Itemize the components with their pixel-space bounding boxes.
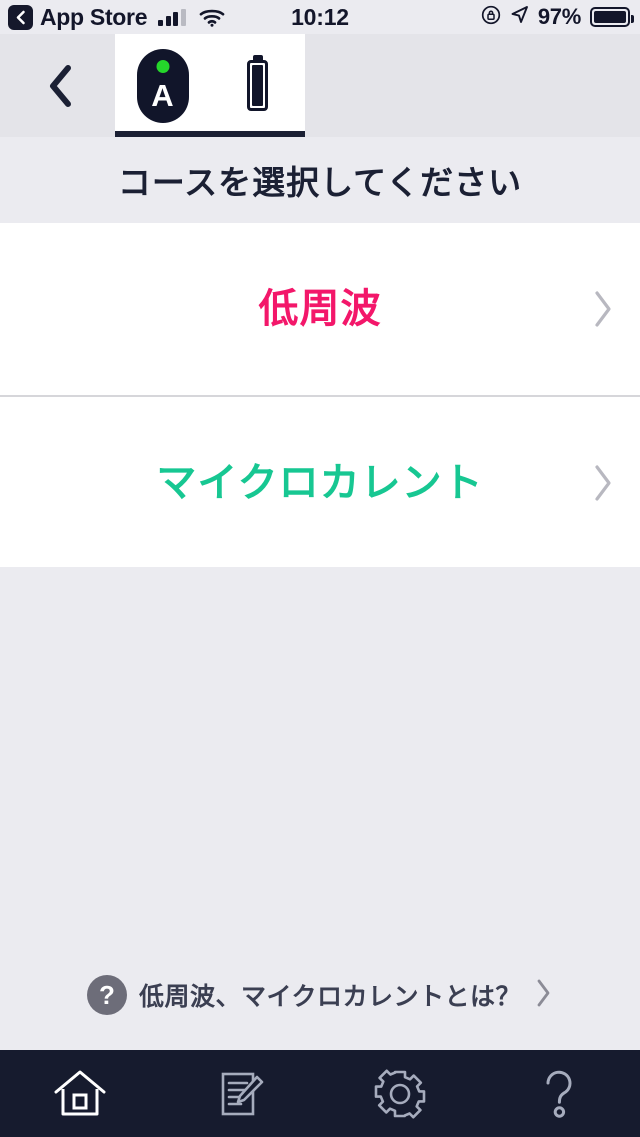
status-bar-right: 97% (481, 4, 634, 30)
device-tab-bar: A (115, 34, 305, 137)
home-icon (54, 1070, 106, 1115)
nav-bar: A (0, 34, 640, 137)
device-led-indicator (156, 59, 169, 73)
help-link-label: 低周波、マイクロカレントとは？ (138, 983, 521, 1011)
tab-help[interactable] (480, 1050, 640, 1137)
help-link-row[interactable]: ? 低周波、マイクロカレントとは？ (0, 965, 640, 1025)
tab-settings[interactable] (320, 1050, 480, 1137)
chevron-right-icon (590, 287, 616, 331)
course-label: マイクロカレント (156, 461, 484, 505)
tab-home[interactable] (0, 1050, 160, 1137)
device-a-icon: A (136, 48, 189, 123)
rotation-lock-icon (481, 5, 501, 30)
battery-vertical-icon (247, 60, 268, 111)
device-tab-letter: A (151, 77, 174, 113)
device-tab-battery[interactable] (216, 43, 300, 129)
course-list: 低周波 マイクロカレント (0, 223, 640, 569)
page-title: コースを選択してください (0, 137, 640, 223)
question-mark-icon (546, 1070, 572, 1118)
gear-icon (374, 1069, 426, 1118)
course-label: 低周波 (258, 287, 382, 331)
ios-status-bar: App Store 10:12 97% (0, 0, 640, 34)
chevron-right-icon (533, 976, 553, 1015)
battery-percent-label: 97% (537, 4, 581, 29)
tab-records[interactable] (160, 1050, 320, 1137)
bottom-tab-bar (0, 1050, 640, 1137)
course-row-low-frequency[interactable]: 低周波 (0, 223, 640, 395)
note-edit-icon (221, 1072, 264, 1115)
back-button[interactable] (28, 34, 94, 137)
device-tab-a[interactable]: A (121, 43, 205, 129)
battery-full-icon (590, 7, 634, 27)
app-screen: App Store 10:12 97% A コースを選択してください 低周波 マ… (0, 0, 640, 1137)
location-arrow-icon (510, 5, 529, 29)
chevron-left-icon (50, 64, 71, 107)
page-title-text: コースを選択してください (117, 164, 523, 201)
chevron-right-icon (590, 461, 616, 505)
course-row-microcurrent[interactable]: マイクロカレント (0, 395, 640, 569)
question-mark-circle-icon: ? (86, 975, 127, 1015)
